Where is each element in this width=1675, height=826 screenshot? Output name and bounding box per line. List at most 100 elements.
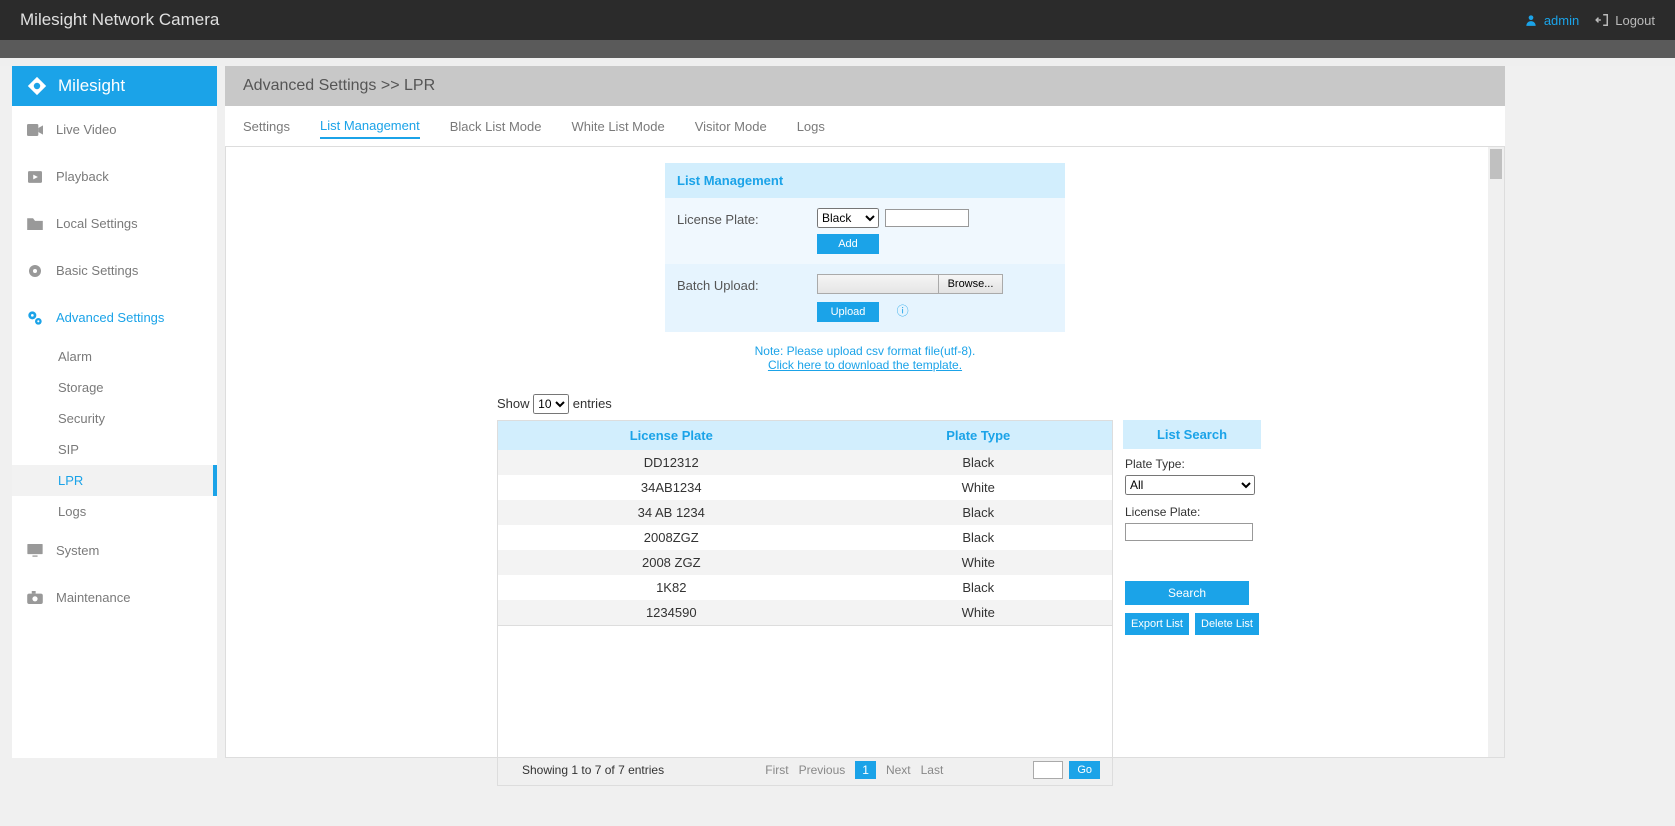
sidebar-item-system[interactable]: System [12, 527, 217, 574]
topbar-right: admin Logout [1524, 13, 1655, 28]
table-row[interactable]: 34 AB 1234Black [498, 500, 1113, 525]
sidebar-item-local-settings[interactable]: Local Settings [12, 200, 217, 247]
sub-bar [0, 40, 1675, 58]
cell-type: Black [845, 575, 1113, 600]
sidebar-label: Playback [56, 169, 109, 184]
plate-input[interactable] [885, 209, 969, 227]
table-info: Showing 1 to 7 of 7 entries [510, 763, 664, 777]
monitor-icon [26, 542, 44, 560]
sub-label: Security [58, 411, 105, 426]
cell-plate: 2008 ZGZ [498, 550, 845, 575]
browse-field [817, 274, 939, 294]
sidebar-item-maintenance[interactable]: Maintenance [12, 574, 217, 621]
batch-upload-label: Batch Upload: [677, 274, 817, 293]
sidebar-sub-logs[interactable]: Logs [58, 496, 217, 527]
app-title: Milesight Network Camera [20, 10, 219, 30]
tab-settings[interactable]: Settings [243, 115, 290, 138]
brand-icon [26, 75, 48, 97]
search-button[interactable]: Search [1125, 581, 1249, 605]
col-license-plate[interactable]: License Plate [498, 421, 845, 451]
sidebar-item-live-video[interactable]: Live Video [12, 106, 217, 153]
sidebar-sub-sip[interactable]: SIP [58, 434, 217, 465]
entries-select[interactable]: 10 [533, 394, 569, 414]
sidebar-item-advanced-settings[interactable]: Advanced Settings [12, 294, 217, 341]
search-plate-type-label: Plate Type: [1125, 457, 1259, 471]
download-template-link[interactable]: Click here to download the template. [768, 358, 962, 372]
sidebar-sub-alarm[interactable]: Alarm [58, 341, 217, 372]
logout-icon [1595, 13, 1609, 27]
logout-button[interactable]: Logout [1595, 13, 1655, 28]
scrollbar[interactable] [1488, 147, 1504, 757]
cell-type: Black [845, 500, 1113, 525]
tab-visitor-mode[interactable]: Visitor Mode [695, 115, 767, 138]
sidebar-sub-security[interactable]: Security [58, 403, 217, 434]
cell-type: Black [845, 525, 1113, 550]
tab-logs[interactable]: Logs [797, 115, 825, 138]
table-row[interactable]: 2008ZGZBlack [498, 525, 1113, 550]
table-row[interactable]: 2008 ZGZWhite [498, 550, 1113, 575]
sidebar-label: Local Settings [56, 216, 138, 231]
camera-icon [26, 589, 44, 607]
folder-icon [26, 215, 44, 233]
cell-plate: DD12312 [498, 450, 845, 475]
upload-button[interactable]: Upload [817, 302, 879, 322]
brand-label: Milesight [58, 76, 125, 96]
cell-plate: 1K82 [498, 575, 845, 600]
table-row[interactable]: DD12312Black [498, 450, 1113, 475]
logout-label: Logout [1615, 13, 1655, 28]
upload-note: Note: Please upload csv format file(utf-… [254, 344, 1476, 372]
table-row[interactable]: 34AB1234White [498, 475, 1113, 500]
add-button[interactable]: Add [817, 234, 879, 254]
sidebar-item-playback[interactable]: Playback [12, 153, 217, 200]
table-row[interactable]: 1234590White [498, 600, 1113, 626]
cell-plate: 34 AB 1234 [498, 500, 845, 525]
gear-icon [26, 262, 44, 280]
gears-icon [26, 309, 44, 327]
pager-first[interactable]: First [765, 763, 788, 777]
sidebar-label: Maintenance [56, 590, 130, 605]
tab-list-management[interactable]: List Management [320, 114, 420, 139]
sidebar: Milesight Live Video Playback Local Sett… [12, 66, 217, 758]
pager-last[interactable]: Last [921, 763, 944, 777]
table-empty-space [497, 626, 1113, 754]
search-plate-label: License Plate: [1125, 505, 1259, 519]
spacer-band [0, 58, 1675, 66]
browse-button[interactable]: Browse... [939, 274, 1003, 294]
sidebar-sub-storage[interactable]: Storage [58, 372, 217, 403]
export-list-button[interactable]: Export List [1125, 613, 1189, 635]
scrollbar-thumb[interactable] [1490, 149, 1502, 179]
note-text: Note: Please upload csv format file(utf-… [755, 344, 976, 358]
table-row[interactable]: 1K82Black [498, 575, 1113, 600]
sidebar-label: System [56, 543, 99, 558]
info-icon[interactable]: ⓘ [897, 304, 909, 318]
sidebar-label: Basic Settings [56, 263, 138, 278]
sidebar-submenu: Alarm Storage Security SIP LPR Logs [12, 341, 217, 527]
license-plate-row: License Plate: Black Add [665, 198, 1065, 264]
user-link[interactable]: admin [1524, 13, 1579, 28]
tab-white-list-mode[interactable]: White List Mode [571, 115, 664, 138]
search-plate-type-select[interactable]: All [1125, 475, 1255, 495]
pager-goto-input[interactable] [1033, 761, 1063, 779]
col-plate-type[interactable]: Plate Type [845, 421, 1113, 451]
batch-upload-row: Batch Upload: Browse... Upload ⓘ [665, 264, 1065, 332]
entries-selector: Show 10 entries [497, 394, 1476, 414]
user-icon [1524, 13, 1538, 27]
entries-prefix: Show [497, 396, 530, 411]
search-plate-input[interactable] [1125, 523, 1253, 541]
pager-go-button[interactable]: Go [1069, 761, 1100, 779]
pager-current[interactable]: 1 [855, 761, 876, 779]
cell-type: White [845, 475, 1113, 500]
cell-type: White [845, 600, 1113, 626]
user-name: admin [1544, 13, 1579, 28]
tab-bar: Settings List Management Black List Mode… [225, 106, 1505, 146]
delete-list-button[interactable]: Delete List [1195, 613, 1259, 635]
entries-suffix: entries [573, 396, 612, 411]
pager-next[interactable]: Next [886, 763, 911, 777]
tab-black-list-mode[interactable]: Black List Mode [450, 115, 542, 138]
sidebar-sub-lpr[interactable]: LPR [12, 465, 217, 496]
plate-type-select[interactable]: Black [817, 208, 879, 228]
sidebar-item-basic-settings[interactable]: Basic Settings [12, 247, 217, 294]
pager-prev[interactable]: Previous [799, 763, 846, 777]
top-bar: Milesight Network Camera admin Logout [0, 0, 1675, 40]
search-title: List Search [1123, 420, 1261, 449]
